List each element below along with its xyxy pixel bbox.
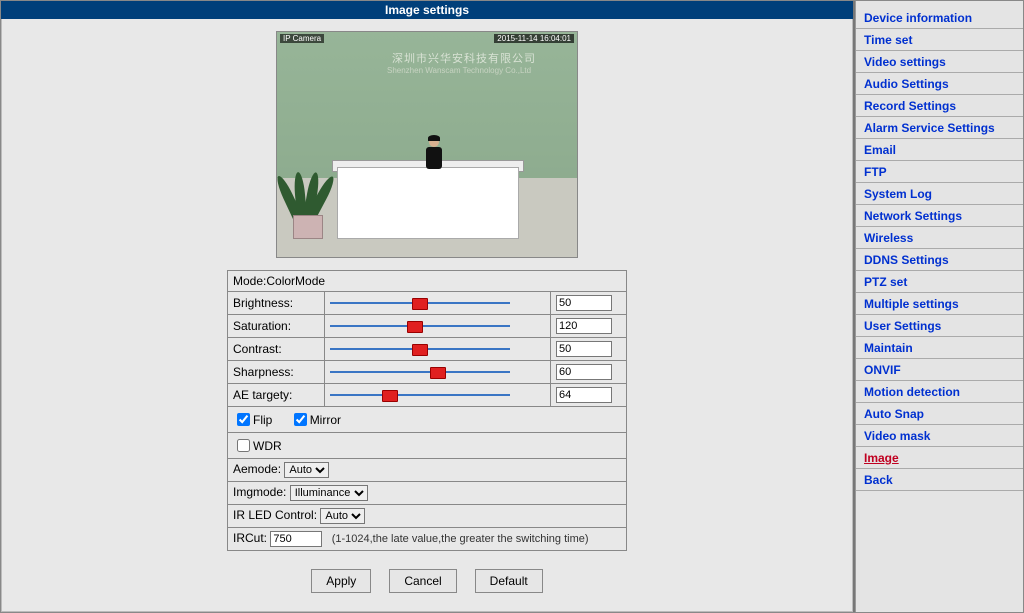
ae-target-slider[interactable] (330, 388, 510, 402)
mirror-checkbox[interactable] (294, 413, 307, 426)
sidebar-item-multiple-settings[interactable]: Multiple settings (856, 293, 1023, 315)
sidebar-item-audio-settings[interactable]: Audio Settings (856, 73, 1023, 95)
sharpness-slider[interactable] (330, 365, 510, 379)
mirror-label: Mirror (310, 413, 341, 427)
wdr-checkbox-wrap[interactable]: WDR (233, 436, 282, 455)
aemode-select[interactable]: Auto (284, 462, 329, 478)
flip-label: Flip (253, 413, 272, 427)
sidebar-item-video-settings[interactable]: Video settings (856, 51, 1023, 73)
imgmode-select[interactable]: Illuminance (290, 485, 368, 501)
sidebar-item-back[interactable]: Back (856, 469, 1023, 491)
contrast-label: Contrast: (228, 338, 325, 361)
brightness-value[interactable] (556, 295, 612, 311)
irled-label: IR LED Control: (233, 508, 317, 522)
sidebar-item-ddns-settings[interactable]: DDNS Settings (856, 249, 1023, 271)
main-panel: Image settings 深圳市兴华安科技有限公司 Shenzhen Wan… (1, 1, 855, 612)
apply-button[interactable]: Apply (311, 569, 371, 593)
sidebar-item-motion-detection[interactable]: Motion detection (856, 381, 1023, 403)
content-area: 深圳市兴华安科技有限公司 Shenzhen Wanscam Technology… (1, 19, 853, 612)
imgmode-label: Imgmode: (233, 485, 286, 499)
wdr-label: WDR (253, 439, 282, 453)
ae-target-value[interactable] (556, 387, 612, 403)
sidebar-item-alarm-service-settings[interactable]: Alarm Service Settings (856, 117, 1023, 139)
ircut-value[interactable] (270, 531, 322, 547)
sidebar-item-video-mask[interactable]: Video mask (856, 425, 1023, 447)
cancel-button[interactable]: Cancel (389, 569, 456, 593)
sidebar-item-ftp[interactable]: FTP (856, 161, 1023, 183)
sidebar-item-wireless[interactable]: Wireless (856, 227, 1023, 249)
wdr-checkbox[interactable] (237, 439, 250, 452)
ircut-label: IRCut: (233, 531, 267, 545)
sidebar-item-maintain[interactable]: Maintain (856, 337, 1023, 359)
sidebar-item-record-settings[interactable]: Record Settings (856, 95, 1023, 117)
sidebar: Device informationTime setVideo settings… (855, 1, 1023, 612)
sidebar-item-onvif[interactable]: ONVIF (856, 359, 1023, 381)
page-title: Image settings (1, 1, 853, 19)
app-window: Image settings 深圳市兴华安科技有限公司 Shenzhen Wan… (0, 0, 1024, 613)
sidebar-item-image[interactable]: Image (856, 447, 1023, 469)
sidebar-item-system-log[interactable]: System Log (856, 183, 1023, 205)
saturation-slider[interactable] (330, 319, 510, 333)
timestamp-overlay: 2015-11-14 16:04:01 (494, 34, 574, 43)
ae-target-label: AE targety: (228, 384, 325, 407)
sharpness-value[interactable] (556, 364, 612, 380)
wall-text-en: Shenzhen Wanscam Technology Co.,Ltd (387, 66, 531, 75)
sidebar-item-user-settings[interactable]: User Settings (856, 315, 1023, 337)
contrast-value[interactable] (556, 341, 612, 357)
saturation-label: Saturation: (228, 315, 325, 338)
irled-select[interactable]: Auto (320, 508, 365, 524)
sharpness-label: Sharpness: (228, 361, 325, 384)
brightness-label: Brightness: (228, 292, 325, 315)
brightness-slider[interactable] (330, 296, 510, 310)
default-button[interactable]: Default (475, 569, 543, 593)
mode-label: Mode:ColorMode (228, 271, 627, 292)
sidebar-item-email[interactable]: Email (856, 139, 1023, 161)
flip-checkbox-wrap[interactable]: Flip (233, 410, 272, 429)
settings-table: Mode:ColorMode Brightness: Saturation: C… (227, 270, 627, 551)
ircut-hint: (1-1024,the late value,the greater the s… (332, 533, 589, 545)
sidebar-item-time-set[interactable]: Time set (856, 29, 1023, 51)
sidebar-item-device-information[interactable]: Device information (856, 7, 1023, 29)
wall-text-cn: 深圳市兴华安科技有限公司 (392, 50, 536, 66)
camera-label-overlay: IP Camera (280, 34, 324, 43)
sidebar-item-auto-snap[interactable]: Auto Snap (856, 403, 1023, 425)
aemode-label: Aemode: (233, 462, 281, 476)
button-row: Apply Cancel Default (311, 569, 542, 593)
camera-preview: 深圳市兴华安科技有限公司 Shenzhen Wanscam Technology… (276, 31, 578, 258)
contrast-slider[interactable] (330, 342, 510, 356)
mirror-checkbox-wrap[interactable]: Mirror (290, 410, 341, 429)
saturation-value[interactable] (556, 318, 612, 334)
sidebar-item-ptz-set[interactable]: PTZ set (856, 271, 1023, 293)
sidebar-item-network-settings[interactable]: Network Settings (856, 205, 1023, 227)
flip-checkbox[interactable] (237, 413, 250, 426)
